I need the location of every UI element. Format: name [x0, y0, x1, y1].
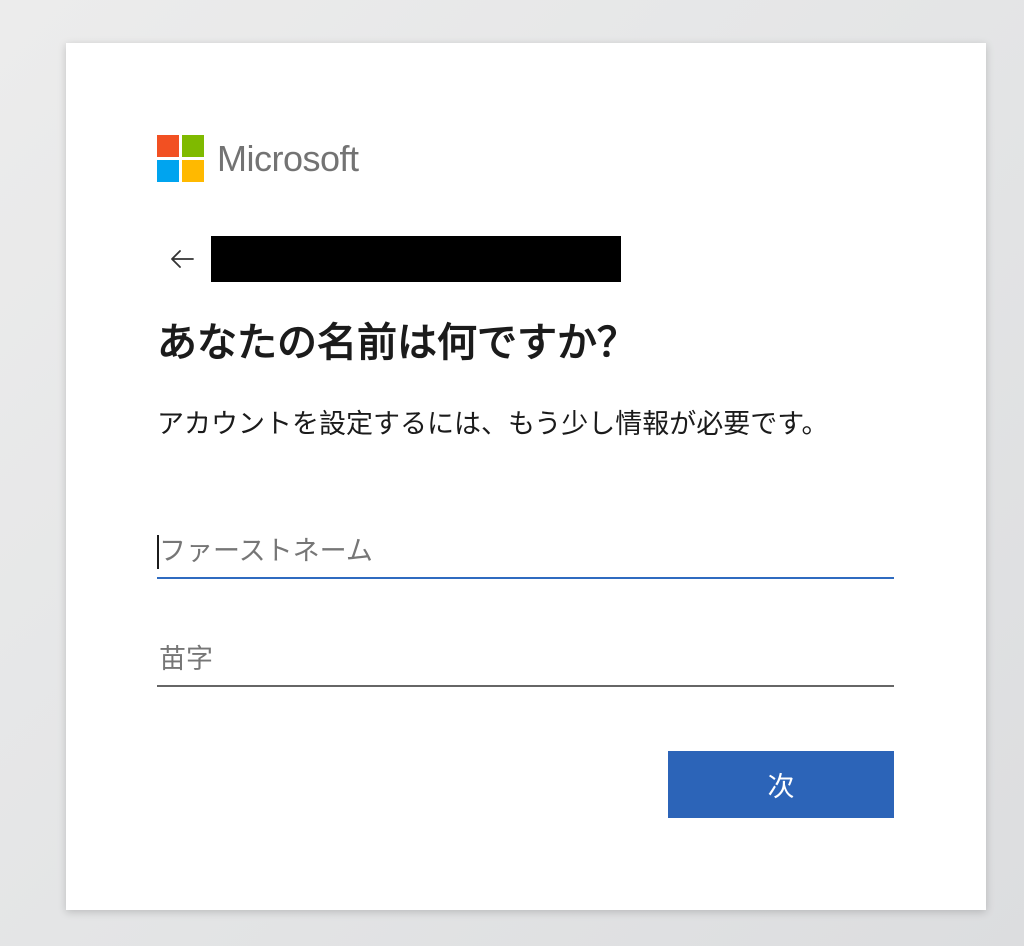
signin-card: Microsoft あなたの名前は何ですか？ アカウントを設定するには、もう少し… — [66, 43, 986, 910]
logo-square-red — [157, 135, 179, 157]
first-name-input[interactable] — [157, 525, 894, 579]
identity-row — [166, 236, 621, 282]
next-button[interactable]: 次 — [668, 751, 894, 818]
microsoft-logo: Microsoft — [157, 135, 359, 182]
back-arrow-icon[interactable] — [166, 243, 198, 275]
page-description: アカウントを設定するには、もう少し情報が必要です。 — [157, 409, 829, 440]
brand-name: Microsoft — [217, 138, 359, 179]
logo-square-yellow — [182, 160, 204, 182]
page-title: あなたの名前は何ですか？ — [157, 320, 637, 366]
text-cursor — [157, 535, 159, 569]
last-name-input[interactable] — [157, 633, 894, 687]
logo-square-green — [182, 135, 204, 157]
microsoft-logo-icon — [157, 135, 204, 182]
logo-square-blue — [157, 160, 179, 182]
redacted-email — [211, 236, 621, 282]
